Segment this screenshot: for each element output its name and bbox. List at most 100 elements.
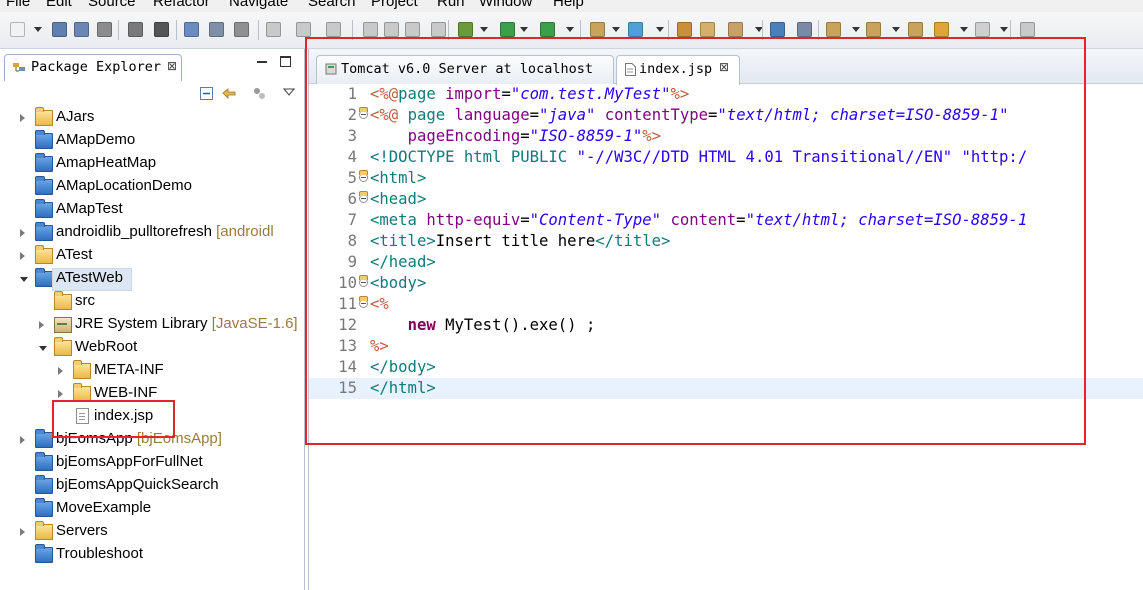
- collapsed-twisty-icon[interactable]: [20, 114, 25, 122]
- menu-search[interactable]: Search: [308, 0, 356, 11]
- tree-item-label: WebRoot: [75, 338, 138, 355]
- toggle-mark-icon[interactable]: [184, 22, 199, 37]
- annotation-icon[interactable]: [797, 22, 812, 37]
- tree-item-jre-system-library[interactable]: JRE System Library [JavaSE-1.6]: [0, 313, 304, 336]
- run-icon[interactable]: [500, 22, 515, 37]
- minimize-icon[interactable]: [257, 61, 267, 63]
- chevron-down-icon[interactable]: [656, 27, 664, 32]
- new-server-icon[interactable]: [590, 22, 605, 37]
- collapse-all-icon[interactable]: [200, 87, 213, 100]
- new-class-icon[interactable]: [628, 22, 643, 37]
- project-icon: [35, 452, 53, 471]
- tree-item-amaptest[interactable]: AMapTest: [0, 198, 304, 221]
- resume-icon[interactable]: [363, 22, 378, 37]
- next-annotation-icon[interactable]: [826, 22, 841, 37]
- pin-icon[interactable]: [1020, 22, 1035, 37]
- tree-item-text: bjEomsAppForFullNet: [56, 453, 203, 470]
- package-explorer-tabbar: Package Explorer ⊠: [0, 49, 304, 83]
- chevron-down-icon[interactable]: [34, 27, 42, 32]
- collapsed-twisty-icon[interactable]: [20, 528, 25, 536]
- chevron-down-icon[interactable]: [960, 27, 968, 32]
- last-edit-icon[interactable]: [908, 22, 923, 37]
- chevron-down-icon[interactable]: [520, 27, 528, 32]
- tree-item-bjeomsappforfullnet[interactable]: bjEomsAppForFullNet: [0, 451, 304, 474]
- tree-item-servers[interactable]: Servers: [0, 520, 304, 543]
- save-icon[interactable]: [52, 22, 67, 37]
- collapsed-twisty-icon[interactable]: [20, 229, 25, 237]
- undo-icon[interactable]: [266, 22, 281, 37]
- tree-item-amapdemo[interactable]: AMapDemo: [0, 129, 304, 152]
- menu-project[interactable]: Project: [371, 0, 418, 11]
- open-task-icon[interactable]: [700, 22, 715, 37]
- globe-icon[interactable]: [770, 22, 785, 37]
- expanded-twisty-icon[interactable]: [39, 346, 47, 351]
- terminate-icon[interactable]: [405, 22, 420, 37]
- menu-help[interactable]: Help: [553, 0, 584, 11]
- focus-icon[interactable]: [253, 87, 266, 100]
- package-explorer-tab[interactable]: Package Explorer ⊠: [4, 54, 182, 81]
- tree-item-text: ATest: [56, 246, 92, 263]
- chevron-down-icon[interactable]: [852, 27, 860, 32]
- back-icon[interactable]: [934, 22, 949, 37]
- tree-item-text: Servers: [56, 522, 108, 539]
- collapsed-twisty-icon[interactable]: [58, 367, 63, 375]
- save-all-icon[interactable]: [74, 22, 89, 37]
- tree-item-meta-inf[interactable]: META-INF: [0, 359, 304, 382]
- menu-run[interactable]: Run: [437, 0, 465, 11]
- chevron-down-icon[interactable]: [892, 27, 900, 32]
- redo-icon[interactable]: [296, 22, 311, 37]
- expanded-twisty-icon[interactable]: [20, 277, 28, 282]
- tree-item-bjeomsappquicksearch[interactable]: bjEomsAppQuickSearch: [0, 474, 304, 497]
- terminal-icon[interactable]: [154, 22, 169, 37]
- chevron-down-icon[interactable]: [1000, 27, 1008, 32]
- prev-annotation-icon[interactable]: [866, 22, 881, 37]
- new-icon[interactable]: [10, 22, 25, 37]
- menu-edit[interactable]: Edit: [46, 0, 72, 11]
- build-icon[interactable]: [128, 22, 143, 37]
- maximize-icon[interactable]: [280, 56, 291, 67]
- run-external-icon[interactable]: [540, 22, 555, 37]
- step-icon[interactable]: [326, 22, 341, 37]
- forward-icon[interactable]: [975, 22, 990, 37]
- menu-source[interactable]: Source: [88, 0, 136, 11]
- task-icon[interactable]: [209, 22, 224, 37]
- print-icon[interactable]: [97, 22, 112, 37]
- tree-item-amapheatmap[interactable]: AmapHeatMap: [0, 152, 304, 175]
- tree-item-amaplocationdemo[interactable]: AMapLocationDemo: [0, 175, 304, 198]
- library-icon: [54, 317, 72, 333]
- tree-item-moveexample[interactable]: MoveExample: [0, 497, 304, 520]
- package-explorer-view: Package Explorer ⊠ AJars AMapDemo AmapHeat…: [0, 49, 305, 590]
- link-with-editor-icon[interactable]: [222, 87, 236, 100]
- collapsed-twisty-icon[interactable]: [20, 436, 25, 444]
- tree-item-atestweb[interactable]: ATestWeb: [0, 267, 304, 291]
- tree-item-androidlib-pulltorefresh[interactable]: androidlib_pulltorefresh [androidl: [0, 221, 304, 244]
- tree-item-webroot[interactable]: WebRoot: [0, 336, 304, 359]
- chevron-down-icon[interactable]: [612, 27, 620, 32]
- skip-icon[interactable]: [234, 22, 249, 37]
- open-type-icon[interactable]: [677, 22, 692, 37]
- close-icon[interactable]: ⊠: [167, 59, 177, 73]
- menu-file[interactable]: File: [6, 0, 30, 11]
- chevron-down-icon[interactable]: [480, 27, 488, 32]
- file-highlight-box: [52, 400, 175, 438]
- menu-refactor[interactable]: Refactor: [153, 0, 210, 11]
- suspend-icon[interactable]: [384, 22, 399, 37]
- tree-item-src[interactable]: src: [0, 290, 304, 313]
- collapsed-twisty-icon[interactable]: [39, 321, 44, 329]
- tree-item-ajars[interactable]: AJars: [0, 106, 304, 129]
- tree-item-decoration: [androidl: [216, 223, 274, 240]
- tree-item-atest[interactable]: ATest: [0, 244, 304, 267]
- search-tool-icon[interactable]: [728, 22, 743, 37]
- disconnect-icon[interactable]: [431, 22, 446, 37]
- chevron-down-icon[interactable]: [566, 27, 574, 32]
- collapsed-twisty-icon[interactable]: [20, 252, 25, 260]
- debug-icon[interactable]: [458, 22, 473, 37]
- tree-item-troubleshoot[interactable]: Troubleshoot: [0, 543, 304, 566]
- menu-navigate[interactable]: Navigate: [229, 0, 288, 11]
- tree-item-text: WEB-INF: [94, 384, 157, 401]
- menu-window[interactable]: Window: [479, 0, 532, 11]
- package-explorer-title: Package Explorer: [31, 59, 162, 75]
- tree-item-label: AmapHeatMap: [56, 154, 157, 171]
- view-menu-icon[interactable]: [282, 85, 296, 98]
- collapsed-twisty-icon[interactable]: [58, 390, 63, 398]
